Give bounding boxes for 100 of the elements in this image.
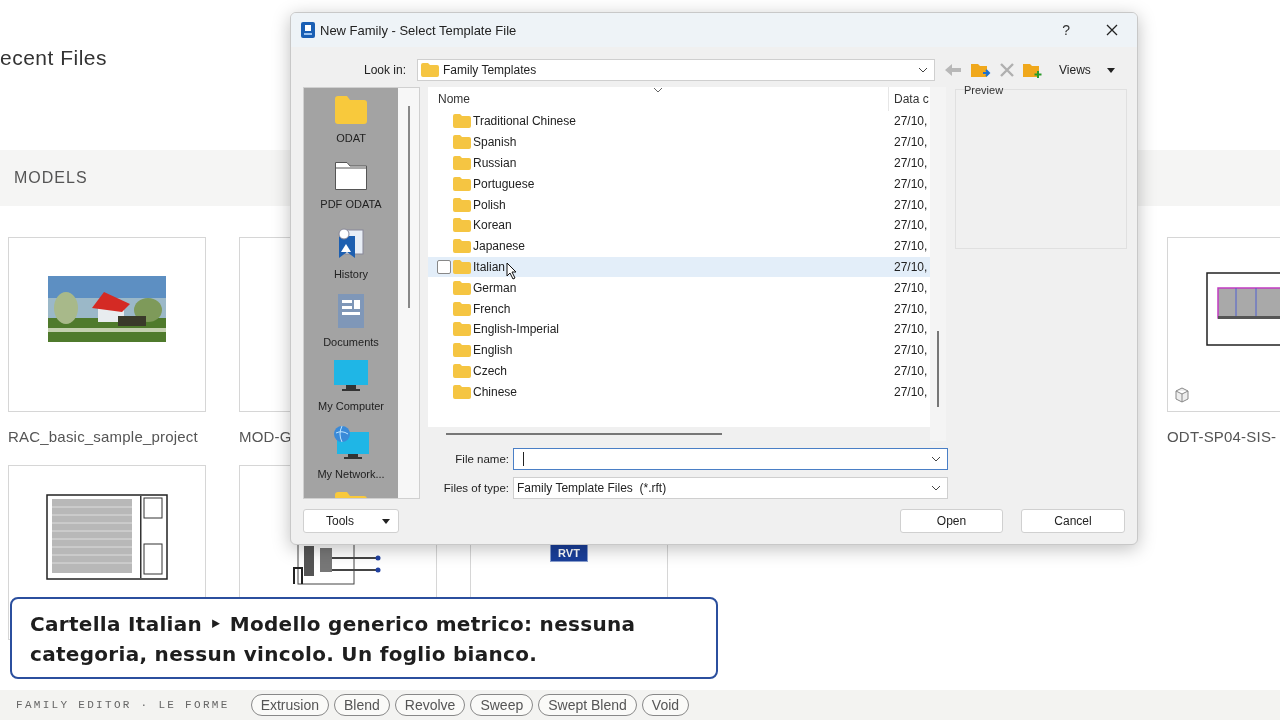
date-cell-text: 27/10, [893, 135, 928, 150]
folder-icon[interactable] [335, 162, 367, 190]
network-icon[interactable] [333, 426, 369, 460]
folder-name: Czech [473, 363, 507, 378]
help-button[interactable]: ? [1058, 22, 1074, 38]
column-header[interactable]: Data c [888, 87, 929, 111]
folder-icon [453, 176, 471, 191]
folder-name: German [473, 280, 517, 295]
file-row[interactable]: Russian 27/10, [428, 152, 930, 174]
file-row[interactable]: Polish 27/10, [428, 194, 930, 215]
date-cell-text: 27/10, [893, 239, 928, 254]
mouse-pointer-icon [506, 261, 518, 280]
folder-icon [453, 280, 471, 295]
shape-tag[interactable]: Revolve [394, 694, 466, 716]
folder-icon [421, 63, 439, 77]
folder-arrow-icon[interactable] [971, 61, 991, 79]
folder-name: Russian [473, 156, 517, 170]
folder-icon [453, 218, 471, 233]
cube-icon [1174, 387, 1190, 403]
look-in-label: Look in: [362, 63, 407, 77]
views-menu-button[interactable]: Views [1059, 63, 1091, 77]
shape-tag[interactable]: Swept Blend [538, 694, 637, 716]
file-row[interactable]: Traditional Chinese 27/10, [428, 111, 930, 132]
folder-icon [453, 156, 471, 170]
file-name-field[interactable] [513, 448, 948, 470]
place-label[interactable]: Documents [323, 336, 379, 348]
folder-name: Chinese [473, 384, 518, 399]
chevron-down-icon [931, 456, 941, 462]
shape-tag[interactable]: Sweep [470, 694, 534, 716]
folder-name: English [473, 343, 513, 358]
file-row[interactable]: English-Imperial 27/10, [428, 318, 930, 340]
date-cell-text: 27/10, [893, 301, 928, 316]
folder-icon [453, 363, 471, 378]
folder-name: Japanese [473, 239, 526, 254]
folder-icon [453, 322, 471, 337]
chevron-down-icon [918, 67, 928, 73]
scrollbar-thumb[interactable] [446, 433, 722, 435]
file-row[interactable]: Spanish 27/10, [428, 131, 930, 153]
caption-text: Cartella Italian ‣ Modello generico metrico: nessuna categoria, nessun vincolo. Un foglio bianco. [30, 611, 637, 668]
folder-icon [453, 114, 471, 129]
date-cell-text: 27/10, [893, 259, 928, 274]
file-row[interactable]: Italian 27/10, [428, 256, 930, 278]
date-cell-text: 27/10, [893, 384, 928, 399]
folder-icon [453, 384, 471, 399]
folder-name: Korean [473, 218, 512, 233]
folder-icon [453, 239, 471, 254]
model-name[interactable]: MOD-G [239, 428, 292, 445]
date-cell-text: 27/10, [893, 156, 928, 170]
folder-name: English-Imperial [473, 322, 560, 337]
scrollbar-thumb[interactable] [937, 331, 939, 407]
model-name[interactable]: ODT-SP04-SIS- [1167, 428, 1277, 445]
file-row[interactable]: Chinese 27/10, [428, 381, 930, 403]
folder-icon [453, 301, 471, 316]
shape-tag[interactable]: Void [641, 694, 690, 716]
file-name-label: File name: [454, 453, 510, 465]
app-icon [301, 22, 315, 38]
folder-icon [453, 197, 471, 212]
column-header[interactable]: Nome [428, 92, 888, 106]
caret-icon [382, 518, 390, 524]
history-icon[interactable] [335, 228, 367, 260]
cancel-button[interactable]: Cancel [1021, 509, 1125, 533]
chevron-down-icon [931, 485, 941, 491]
file-row[interactable]: Japanese 27/10, [428, 235, 930, 257]
file-type-dropdown[interactable]: Family Template Files (*.rft) [513, 477, 948, 499]
open-button[interactable]: Open [900, 509, 1003, 533]
place-label[interactable]: My Computer [318, 400, 384, 412]
place-label[interactable]: My Network... [317, 468, 385, 480]
file-type-label: Files of type: [442, 482, 510, 494]
caret-icon [1106, 67, 1115, 73]
window-title: New Family - Select Template File [320, 22, 517, 38]
place-label[interactable]: PDF ODATA [320, 198, 382, 210]
date-cell-text: 27/10, [893, 114, 928, 129]
folder-name: French [473, 301, 511, 316]
footer-label: FAMILY EDITOR · LE FORME [16, 699, 230, 711]
date-cell-text: 27/10, [893, 363, 928, 378]
place-label[interactable]: History [333, 268, 369, 280]
document-icon[interactable] [338, 294, 364, 328]
shape-tag[interactable]: Blend [334, 694, 390, 716]
folder-name: Italian [473, 259, 506, 274]
new-folder-icon[interactable] [1023, 61, 1043, 79]
file-row[interactable]: German 27/10, [428, 277, 930, 299]
folder-icon [453, 343, 471, 358]
scrollbar-thumb[interactable] [407, 106, 410, 308]
shape-tag[interactable]: Extrusion [250, 694, 329, 716]
page-heading: ecent Files [0, 46, 108, 69]
place-label[interactable]: ODAT [336, 132, 366, 144]
file-row[interactable]: Czech 27/10, [428, 360, 930, 382]
date-cell-text: 27/10, [893, 197, 928, 212]
file-row[interactable]: English 27/10, [428, 339, 930, 361]
row-checkbox[interactable] [437, 259, 451, 274]
file-row[interactable]: Portuguese 27/10, [428, 173, 930, 195]
tools-button[interactable]: Tools [303, 509, 399, 533]
close-icon[interactable] [1106, 24, 1118, 36]
date-cell-text: 27/10, [893, 280, 928, 295]
file-row[interactable]: Korean 27/10, [428, 215, 930, 236]
folder-icon [453, 259, 471, 274]
file-row[interactable]: French 27/10, [428, 298, 930, 319]
model-name[interactable]: RAC_basic_sample_project [8, 428, 198, 445]
monitor-icon[interactable] [334, 360, 368, 392]
look-in-dropdown[interactable]: Family Templates [417, 59, 935, 81]
